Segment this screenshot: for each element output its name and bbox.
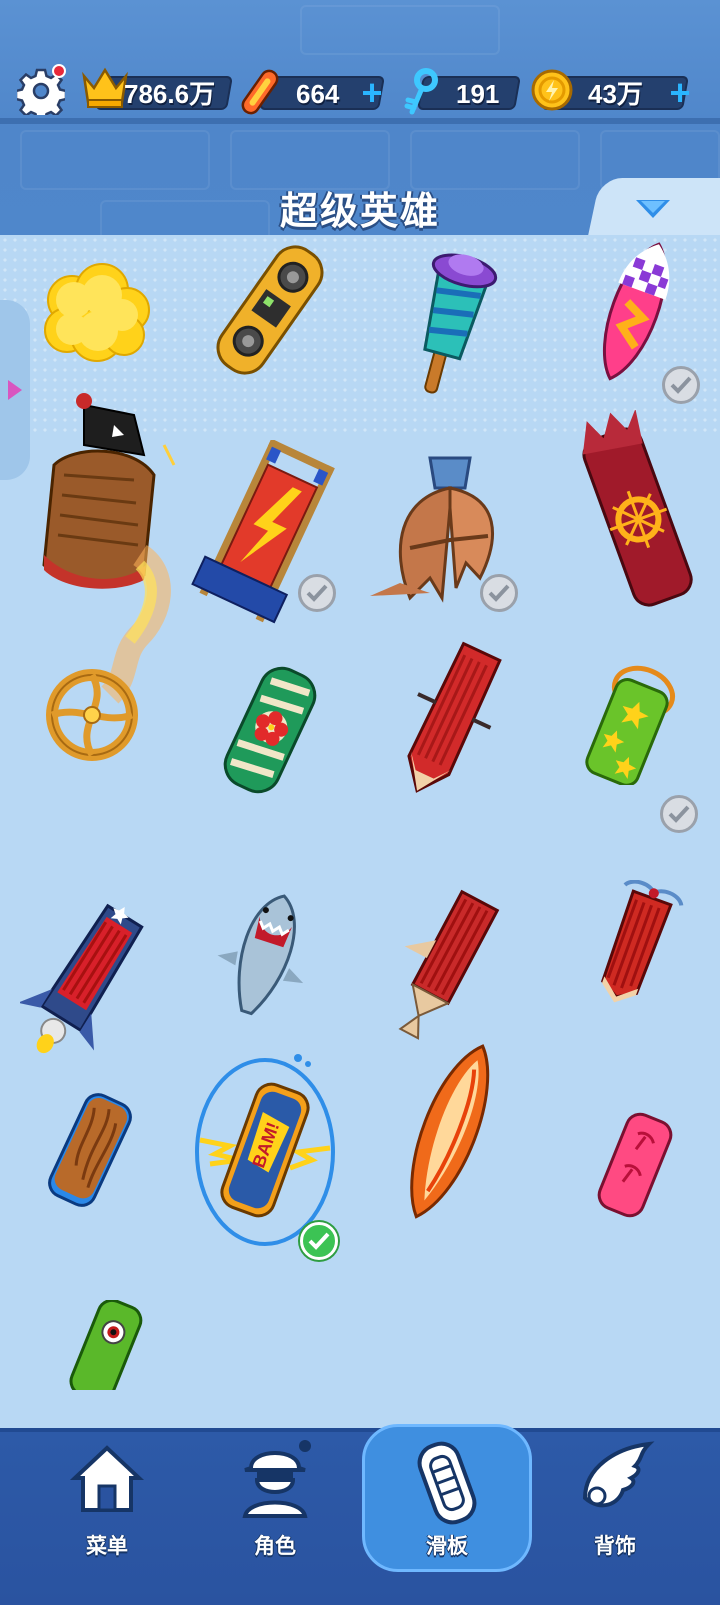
boombox-board-icon xyxy=(216,245,324,375)
owned-checkmark xyxy=(298,574,336,612)
item-wooden-board[interactable] xyxy=(40,1090,140,1210)
bam-board-icon: BAM! xyxy=(195,1054,335,1246)
item-red-glider-board[interactable] xyxy=(380,885,500,1045)
notification-dot xyxy=(52,64,66,78)
wing-icon xyxy=(582,1441,655,1508)
item-popsicle-rocket[interactable] xyxy=(380,245,520,405)
eyeball-board-icon xyxy=(69,1300,143,1390)
item-dragon-board[interactable] xyxy=(570,410,700,610)
add-coins-button[interactable]: + xyxy=(664,75,696,111)
nav-backpack-label: 背饰 xyxy=(594,1534,636,1558)
key-icon xyxy=(402,68,442,120)
board-count: 664 xyxy=(296,79,340,109)
selected-checkmark xyxy=(300,1222,338,1260)
item-boombox-board[interactable] xyxy=(200,240,340,400)
wall-brick xyxy=(300,5,500,55)
home-icon xyxy=(69,1445,145,1512)
pink-palm-board-icon xyxy=(597,1112,673,1218)
coin-count: 43万 xyxy=(588,79,643,109)
nav-board[interactable]: 滑板 xyxy=(362,1424,532,1578)
character-icon xyxy=(242,1440,311,1518)
nav-menu[interactable]: 菜单 xyxy=(32,1438,182,1578)
side-arrow-icon xyxy=(8,380,22,400)
red-flying-board-icon xyxy=(407,641,502,793)
star-board-icon xyxy=(585,665,675,785)
board-currency-icon xyxy=(238,68,282,120)
owned-checkmark xyxy=(480,574,518,612)
item-red-flying-board[interactable] xyxy=(390,640,510,800)
flame-surfboard-icon xyxy=(410,1044,490,1219)
resource-strip xyxy=(0,118,720,124)
item-cloud[interactable] xyxy=(22,245,162,405)
coin-icon xyxy=(530,68,574,116)
rocket-board-icon xyxy=(20,903,144,1054)
nav-menu-label: 菜单 xyxy=(86,1534,128,1558)
item-pink-palm-board[interactable] xyxy=(590,1110,680,1220)
nav-character-label: 角色 xyxy=(254,1534,296,1558)
add-boards-button[interactable]: + xyxy=(356,75,388,111)
skateboard-icon xyxy=(417,1441,477,1525)
key-count: 191 xyxy=(456,79,500,109)
item-hovercraft-board[interactable] xyxy=(585,880,685,1010)
dropdown-arrow-highlight xyxy=(641,201,665,213)
nav-character[interactable]: 角色 xyxy=(200,1438,350,1578)
item-eyeball-board[interactable] xyxy=(60,1300,150,1390)
wooden-board-icon xyxy=(48,1093,132,1207)
red-glider-board-icon xyxy=(398,889,500,1040)
crown-icon xyxy=(80,66,130,114)
cloud-icon xyxy=(44,263,150,362)
shark-board-icon xyxy=(217,894,304,1016)
dragon-board-icon xyxy=(582,410,693,607)
owned-checkmark xyxy=(660,795,698,833)
item-shark-board[interactable] xyxy=(210,890,320,1020)
item-bam-board[interactable]: BAM! xyxy=(180,1050,350,1250)
item-star-board[interactable] xyxy=(575,665,685,785)
hovercraft-board-icon xyxy=(600,880,684,1003)
nav-board-label: 滑板 xyxy=(426,1534,468,1558)
golden-wheel-icon xyxy=(46,545,171,761)
owned-checkmark xyxy=(662,366,700,404)
nav-backpack[interactable]: 背饰 xyxy=(540,1438,690,1578)
popsicle-rocket-icon xyxy=(423,253,498,394)
item-golden-wheel[interactable] xyxy=(30,545,190,775)
item-flame-surfboard[interactable] xyxy=(390,1035,510,1225)
hibiscus-board-icon xyxy=(223,666,317,794)
checkered-surfboard-icon xyxy=(602,242,670,381)
crown-count: 786.6万 xyxy=(124,79,216,109)
item-rocket-board[interactable] xyxy=(20,895,150,1065)
item-hibiscus-board[interactable] xyxy=(210,665,330,795)
